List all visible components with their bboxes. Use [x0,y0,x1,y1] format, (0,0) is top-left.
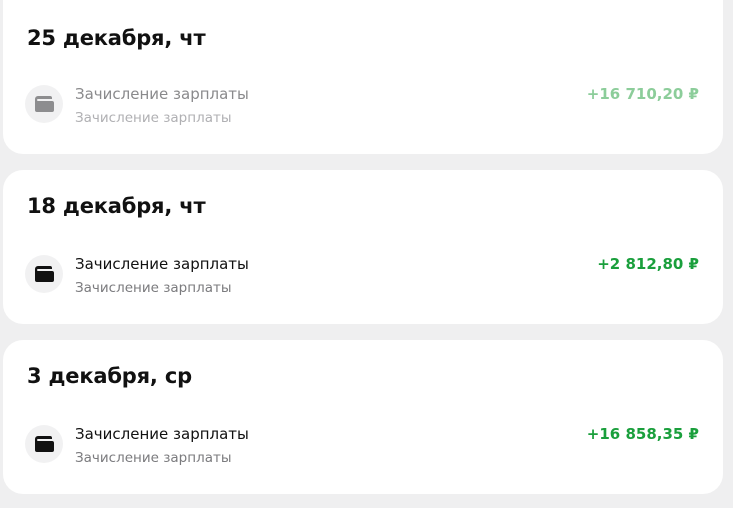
transaction-icon-circle [25,425,63,463]
day-date-heading: 25 декабря, чт [27,26,206,50]
transaction-icon-circle [25,85,63,123]
day-date-heading: 18 декабря, чт [27,194,206,218]
transaction-title: Зачисление зарплаты [75,255,249,273]
transaction-amount: +16 858,35 ₽ [586,425,699,443]
day-group-card: 18 декабря, чт Зачисление зарплаты Зачис… [3,170,723,324]
day-group-card: 3 декабря, ср Зачисление зарплаты Зачисл… [3,340,723,494]
day-group-card: 25 декабря, чт Зачисление зарплаты Зачис… [3,0,723,154]
day-date-heading: 3 декабря, ср [27,364,192,388]
transaction-title: Зачисление зарплаты [75,85,249,103]
wallet-icon [35,436,54,452]
transaction-title: Зачисление зарплаты [75,425,249,443]
transaction-subtitle: Зачисление зарплаты [75,110,232,126]
wallet-icon [35,266,54,282]
transaction-subtitle: Зачисление зарплаты [75,450,232,466]
transaction-row[interactable]: Зачисление зарплаты Зачисление зарплаты … [25,420,701,470]
transaction-icon-circle [25,255,63,293]
transaction-row[interactable]: Зачисление зарплаты Зачисление зарплаты … [25,250,701,300]
transaction-row[interactable]: Зачисление зарплаты Зачисление зарплаты … [25,80,701,130]
transaction-amount: +2 812,80 ₽ [597,255,699,273]
transaction-subtitle: Зачисление зарплаты [75,280,232,296]
transaction-amount: +16 710,20 ₽ [586,85,699,103]
wallet-icon [35,96,54,112]
